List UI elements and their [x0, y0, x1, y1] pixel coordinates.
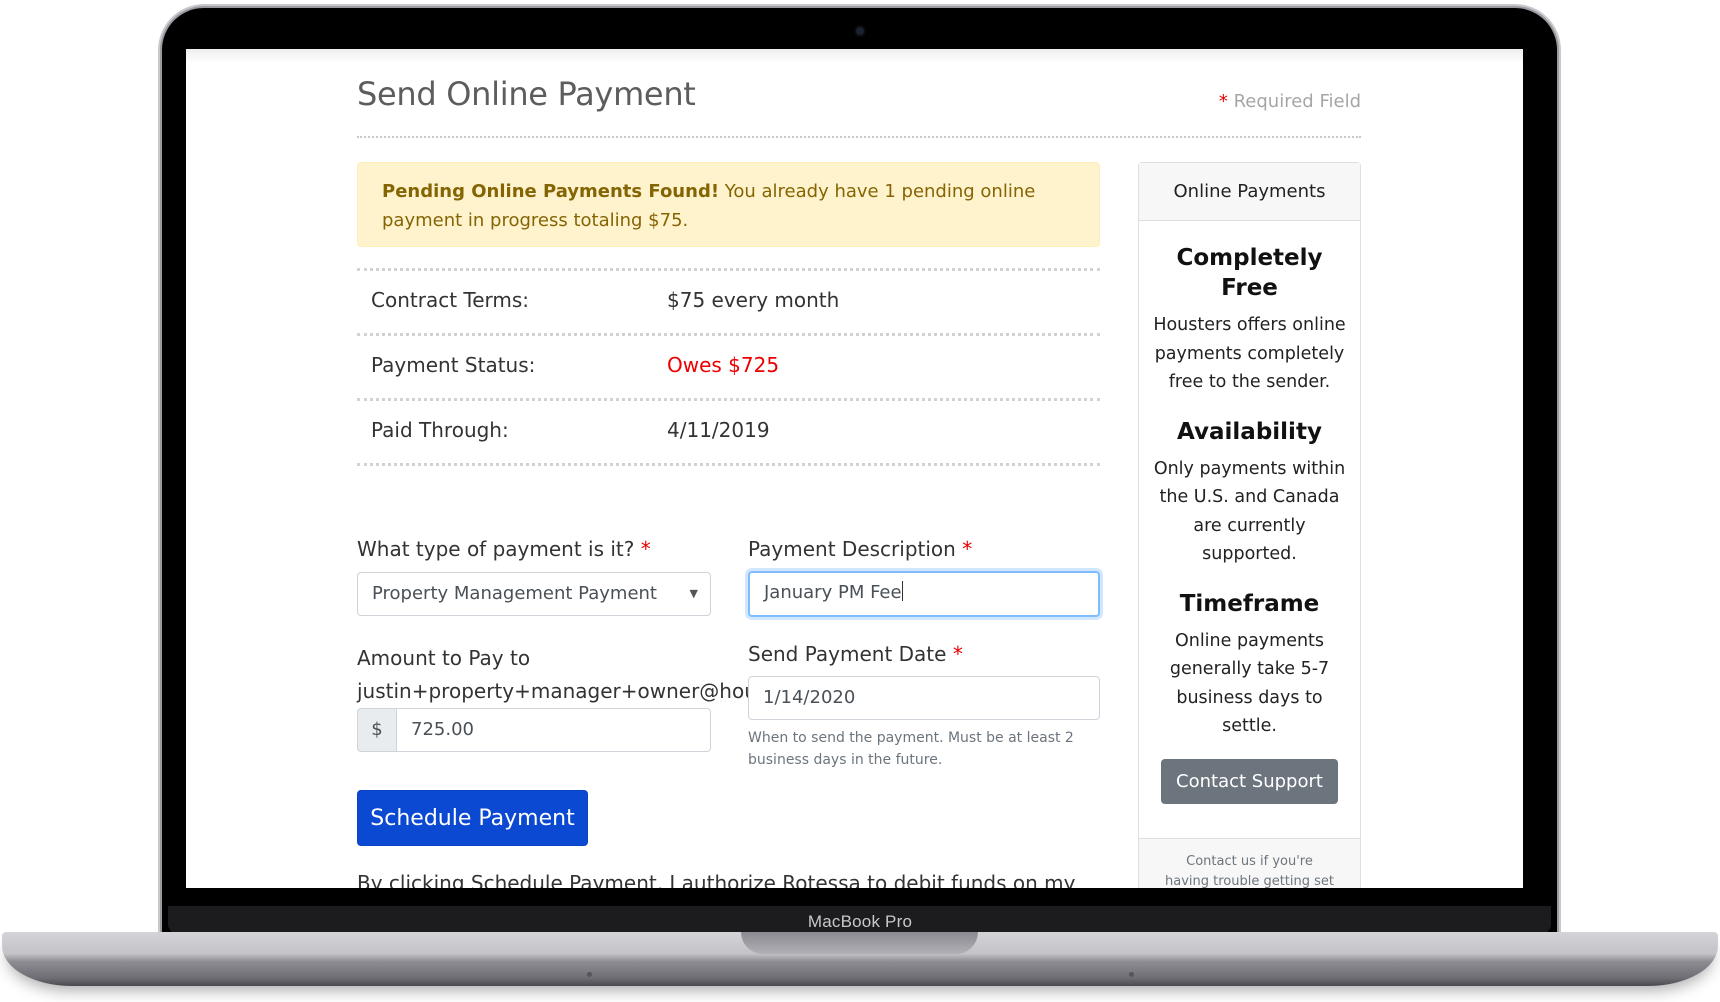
laptop-notch	[741, 932, 978, 954]
sidebar-footer: Contact us if you're having trouble gett…	[1139, 838, 1360, 888]
summary-label: Contract Terms:	[371, 288, 530, 312]
authorization-text: By clicking Schedule Payment, I authoriz…	[357, 867, 1117, 888]
help-line: When to send the payment. Must be at lea…	[748, 730, 1074, 746]
payment-type-select[interactable]: Property Management Payment ▼	[357, 572, 711, 616]
laptop-foot	[1129, 972, 1134, 977]
summary-label: Payment Status:	[371, 353, 536, 377]
amount-label: Amount to Pay to justin+property+manager…	[357, 642, 775, 708]
sidebar-heading-availability: Availability	[1177, 418, 1322, 445]
summary-label: Paid Through:	[371, 418, 509, 442]
required-field-text: Required Field	[1233, 91, 1361, 112]
required-asterisk: *	[962, 537, 973, 561]
help-line: business days in the future.	[748, 752, 943, 768]
payment-description-label: Payment Description *	[748, 537, 972, 561]
sidebar-text-timeframe: Online payments generally take 5-7 busin…	[1169, 630, 1330, 737]
summary-value: $75 every month	[667, 288, 840, 312]
payment-status-value: Owes $725	[667, 353, 780, 377]
camera-icon	[856, 27, 864, 35]
laptop-foot	[587, 972, 592, 977]
payment-page: Send Online Payment * Required Field Pen…	[357, 49, 1361, 888]
sidebar-text-free: Housters offers online payments complete…	[1153, 315, 1346, 392]
summary-row-paid-through: Paid Through: 4/11/2019	[357, 398, 1100, 466]
summary-row-contract-terms: Contract Terms: $75 every month	[357, 268, 1100, 333]
title-divider	[357, 136, 1361, 138]
screen: Send Online Payment * Required Field Pen…	[186, 49, 1523, 888]
pending-payments-alert: Pending Online Payments Found! You alrea…	[357, 162, 1100, 247]
text-caret	[901, 581, 903, 601]
send-date-label-text: Send Payment Date	[748, 642, 947, 666]
send-date-label: Send Payment Date *	[748, 642, 963, 666]
required-asterisk: *	[952, 642, 963, 666]
payment-description-input[interactable]: January PM Fee	[748, 571, 1100, 617]
payment-type-label: What type of payment is it? *	[357, 537, 651, 561]
authorization-line: By clicking Schedule Payment, I authoriz…	[357, 871, 1076, 888]
contact-support-button[interactable]: Contact Support	[1161, 758, 1338, 804]
payment-type-label-text: What type of payment is it?	[357, 537, 635, 561]
payee-email: justin+property+manager+owner@houst	[357, 679, 776, 703]
amount-input-group: $ 725.00	[357, 708, 711, 752]
amount-label-line: Amount to Pay to	[357, 646, 531, 670]
amount-input[interactable]: 725.00	[397, 708, 711, 752]
send-date-input[interactable]: 1/14/2020	[748, 676, 1100, 720]
device-brand-label: MacBook Pro	[807, 912, 913, 931]
send-date-help: When to send the payment. Must be at lea…	[748, 727, 1074, 771]
sidebar-footer-text: Contact us if you're having trouble gett…	[1164, 854, 1335, 888]
sidebar-text-availability: Only payments within the U.S. and Canada…	[1153, 458, 1346, 565]
alert-heading: Pending Online Payments Found!	[382, 181, 720, 202]
payment-description-value: January PM Fee	[764, 582, 902, 603]
sidebar-heading-free: Completely Free	[1176, 245, 1323, 301]
currency-addon: $	[357, 708, 397, 752]
summary-value: 4/11/2019	[667, 418, 770, 442]
online-payments-sidebar: Online Payments Completely Free Housters…	[1138, 162, 1361, 888]
sidebar-header: Online Payments	[1139, 163, 1360, 221]
required-field-note: * Required Field	[1219, 91, 1361, 112]
schedule-payment-button[interactable]: Schedule Payment	[357, 790, 588, 846]
chevron-down-icon: ▼	[689, 587, 698, 600]
required-asterisk: *	[1218, 91, 1228, 112]
sidebar-body: Completely Free Housters offers online p…	[1139, 243, 1360, 804]
payment-type-selected: Property Management Payment	[372, 583, 657, 604]
sidebar-heading-timeframe: Timeframe	[1179, 590, 1320, 617]
page-title: Send Online Payment	[357, 75, 696, 113]
payment-summary: Contract Terms: $75 every month Payment …	[357, 268, 1100, 466]
required-asterisk: *	[640, 537, 651, 561]
summary-row-payment-status: Payment Status: Owes $725	[357, 333, 1100, 398]
payment-description-label-text: Payment Description	[748, 537, 956, 561]
